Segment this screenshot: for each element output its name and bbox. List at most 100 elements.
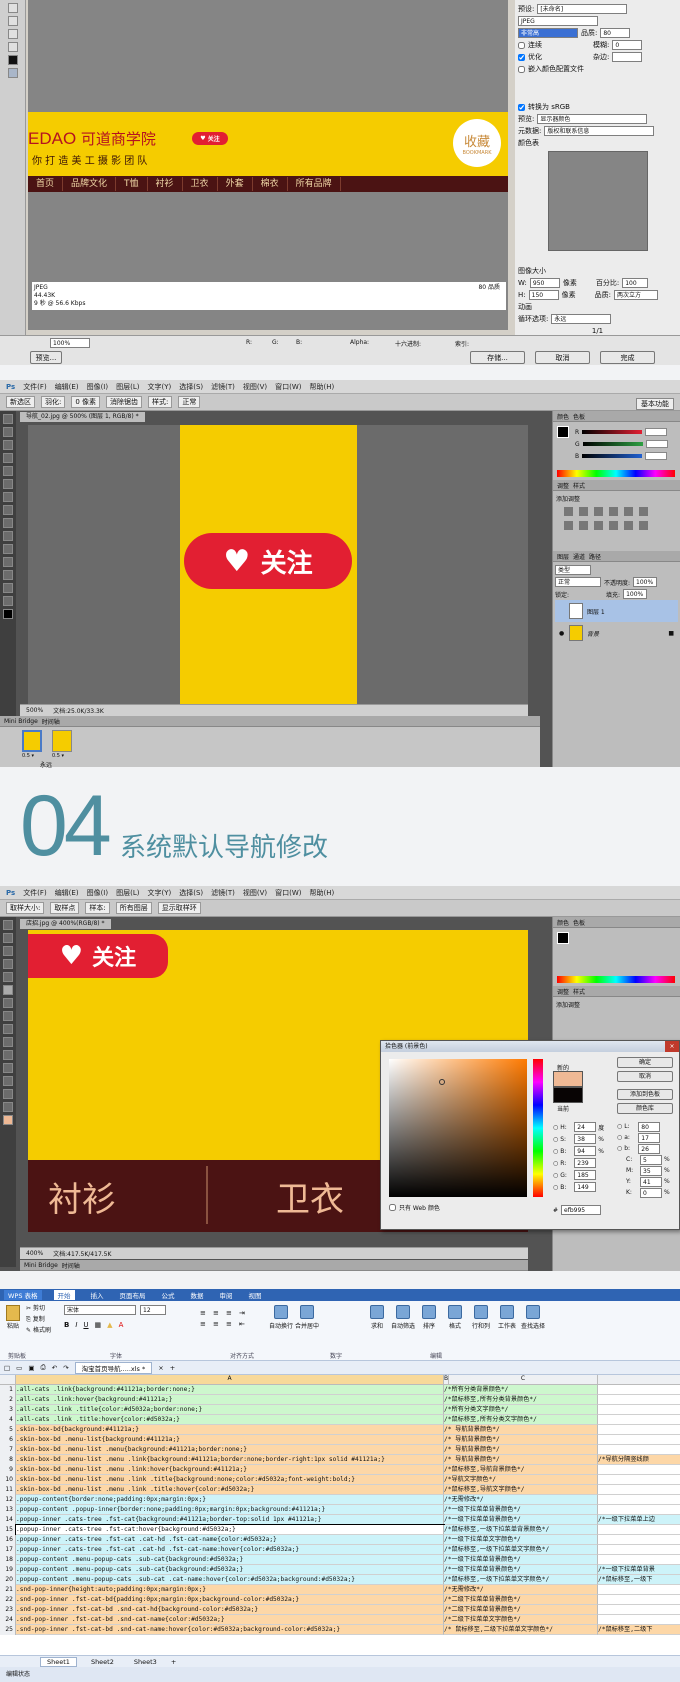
cell-b[interactable]: /*无需修改*/ [444, 1585, 598, 1595]
cell-a[interactable]: .all-cats .link{background:#41121a;borde… [16, 1385, 444, 1395]
underline-button[interactable]: U [83, 1321, 88, 1329]
redo-icon[interactable]: ↷ [63, 1364, 68, 1372]
option-item[interactable]: 取样大小: [6, 902, 45, 914]
row-number[interactable]: 11 [0, 1485, 16, 1495]
invert-icon[interactable] [639, 521, 648, 530]
cell-c[interactable] [598, 1445, 680, 1455]
tab-styles[interactable]: 样式 [573, 987, 585, 996]
menu-item[interactable]: 视图(V) [243, 888, 267, 898]
corner-cell[interactable] [0, 1375, 16, 1384]
eraser-tool-icon[interactable] [3, 1024, 13, 1034]
row-number[interactable]: 21 [0, 1585, 16, 1595]
cell-a[interactable]: .popup-inner .cats-tree .fst-cat .cat-hd… [16, 1535, 444, 1545]
row-number[interactable]: 23 [0, 1605, 16, 1615]
zoom-select[interactable]: 100% [50, 338, 90, 348]
cell-b[interactable]: /*一级下拉菜单背景颜色*/ [444, 1555, 598, 1565]
option-item[interactable]: 样本: [85, 902, 110, 914]
cell-b[interactable]: /*鼠标移至,所有分类文字颜色*/ [444, 1415, 598, 1425]
cell-c[interactable] [598, 1395, 680, 1405]
menu-item[interactable]: 图层(L) [116, 888, 139, 898]
wand-tool-icon[interactable] [3, 959, 13, 969]
cell-c[interactable] [598, 1435, 680, 1445]
copy-button[interactable]: ⎘ 复制 [26, 1314, 51, 1325]
cancel-button[interactable]: 取消 [617, 1071, 673, 1082]
ok-button[interactable]: 确定 [617, 1057, 673, 1068]
metadata-select[interactable]: 版权和联系信息 [544, 126, 655, 136]
row-number[interactable]: 8 [0, 1455, 16, 1465]
cell-c[interactable] [598, 1405, 680, 1415]
add-sheet-icon[interactable]: + [171, 1658, 176, 1666]
sheet-tab[interactable]: Sheet3 [128, 1658, 163, 1666]
loop-select[interactable]: 永远 [551, 314, 612, 324]
cancel-button[interactable]: 取消 [535, 351, 590, 364]
cell-a[interactable]: .popup-inner .cats-tree .fst-cat:hover{b… [15, 1524, 445, 1536]
cell-a[interactable]: .popup-inner .cats-tree .fst-cat{backgro… [16, 1515, 444, 1525]
vibrance-icon[interactable] [624, 507, 633, 516]
cell-a[interactable]: .skin-box-bd .menu-list{background:#4112… [16, 1435, 444, 1445]
cell-a[interactable]: .skin-box-bd{background:#41121a;} [16, 1425, 444, 1435]
sheet-tab[interactable]: Sheet1 [40, 1656, 77, 1667]
menu-item[interactable]: 选择(S) [179, 888, 203, 898]
menu-item[interactable]: 文字(Y) [147, 888, 171, 898]
row-number[interactable]: 22 [0, 1595, 16, 1605]
follow-button[interactable]: ♥ 关注 [184, 533, 352, 589]
field-input[interactable]: 26 [638, 1143, 661, 1154]
row-number[interactable]: 19 [0, 1565, 16, 1575]
cell-a[interactable]: .skin-box-bd .menu-list .menu .link{back… [16, 1455, 444, 1465]
eyedropper-tool-icon[interactable] [3, 985, 13, 995]
preset-select[interactable]: [未命名] [537, 4, 628, 14]
radio-icon[interactable]: ○ [617, 1145, 622, 1152]
nav-item[interactable]: 棉衣 [253, 177, 288, 191]
row-number[interactable]: 15 [0, 1525, 16, 1535]
format-select[interactable]: JPEG [518, 16, 598, 26]
hex-input[interactable]: efb995 [561, 1205, 602, 1215]
ribbon-button-3[interactable]: 自动筛选 [391, 1305, 415, 1330]
cell-b[interactable]: /*鼠标移至,所有分类背景颜色*/ [444, 1395, 598, 1405]
cell-b[interactable]: /*二级下拉菜单背景颜色*/ [444, 1595, 598, 1605]
cell-b[interactable]: /*鼠标移至,导航文字颜色*/ [444, 1485, 598, 1495]
nav-item[interactable]: 卫衣 [183, 177, 218, 191]
quality-level-select[interactable]: 非常高 [518, 28, 578, 38]
lookup-icon[interactable] [624, 521, 633, 530]
menu-item[interactable]: 滤镜(T) [211, 888, 235, 898]
menu-item[interactable]: 图像(I) [87, 382, 109, 392]
cell-c[interactable] [598, 1555, 680, 1565]
indent-icon[interactable]: ⇥ [239, 1309, 249, 1317]
menu-item[interactable]: 编辑(E) [55, 382, 79, 392]
app-title[interactable]: WPS 表格 [4, 1290, 42, 1300]
ribbon-button-0[interactable]: 自动换行 [269, 1305, 293, 1330]
cell-a[interactable]: .popup-content .menu-popup-cats .sub-cat… [16, 1565, 444, 1575]
slider-track[interactable] [582, 454, 643, 458]
web-only-checkbox[interactable] [389, 1204, 396, 1211]
percent-input[interactable]: 100 [622, 278, 649, 288]
option-item[interactable]: 羽化: [41, 396, 66, 408]
slider-value[interactable] [645, 452, 668, 460]
hue-slider[interactable] [533, 1059, 543, 1197]
follow-button[interactable]: ♥ 关注 [192, 132, 228, 145]
ribbon-button-8[interactable]: 查找选择 [521, 1305, 545, 1330]
cell-c[interactable] [598, 1605, 680, 1615]
progressive-checkbox[interactable] [518, 41, 525, 49]
ribbon-tab[interactable]: 数据 [191, 1290, 204, 1300]
saturation-field[interactable] [389, 1059, 527, 1197]
tab-swatches[interactable]: 色板 [573, 412, 585, 421]
preview-toggle-icon[interactable] [7, 68, 18, 78]
col-header-a[interactable]: A [16, 1375, 444, 1384]
row-number[interactable]: 5 [0, 1425, 16, 1435]
eyedropper-tool-icon[interactable] [7, 42, 18, 52]
align-right-icon[interactable]: ≡ [226, 1320, 236, 1328]
ribbon-tab[interactable]: 开始 [53, 1290, 75, 1300]
option-item[interactable]: 所有图层 [115, 902, 152, 914]
radio-icon[interactable]: ○ [553, 1160, 558, 1167]
ribbon-tab[interactable]: 视图 [249, 1290, 262, 1300]
cell-a[interactable]: .snd-pop-inner .fst-cat-bd .snd-cat-hd{b… [16, 1605, 444, 1615]
tab-timeline[interactable]: 时间轴 [42, 717, 60, 726]
blur-input[interactable]: 0 [612, 40, 643, 50]
row-number[interactable]: 12 [0, 1495, 16, 1505]
nav-item[interactable]: 所有品牌 [288, 177, 341, 191]
frame-2[interactable] [52, 730, 72, 752]
tab-adjustments[interactable]: 调整 [557, 481, 569, 490]
print-icon[interactable]: ⎙ [40, 1363, 45, 1372]
mixer-icon[interactable] [609, 521, 618, 530]
cell-a[interactable]: .popup-content .menu-popup-cats .sub-cat… [16, 1575, 444, 1585]
